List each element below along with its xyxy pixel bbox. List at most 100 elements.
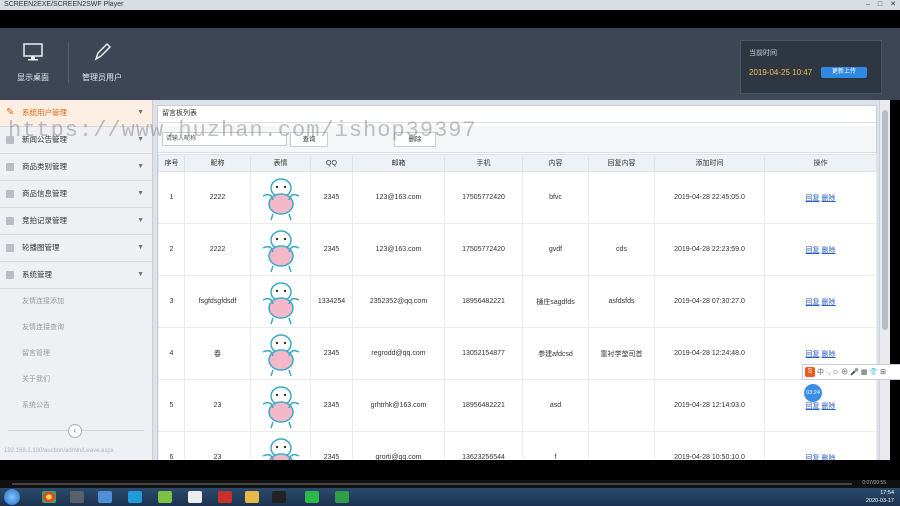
cell-phone: 18956482221 xyxy=(444,275,523,328)
wechat-icon[interactable] xyxy=(305,491,319,503)
cell-ops: 回复 删除 xyxy=(764,275,877,328)
cell-content: gvdf xyxy=(522,223,589,276)
system-tray: 17:54 2020-03-17 xyxy=(866,489,894,505)
cell-qq: 1334254 xyxy=(310,275,353,328)
reply-link[interactable]: 回复 xyxy=(806,299,820,306)
folder-icon[interactable] xyxy=(245,491,259,503)
cell-nick: 23 xyxy=(184,379,251,432)
sidebar-item-system[interactable]: 系统管理 ▼ xyxy=(0,262,152,289)
sidebar-item-label: 商品类别管理 xyxy=(22,162,67,171)
app-icon[interactable] xyxy=(335,491,349,503)
cartoon-avatar-icon xyxy=(262,281,299,324)
minimize-button[interactable]: – xyxy=(866,0,870,10)
cell-nick: fsgfdsgfdsdf xyxy=(184,275,251,328)
app-icon[interactable] xyxy=(158,491,172,503)
cell-phone: 18956482221 xyxy=(444,379,523,432)
sidebar-item-carousel[interactable]: 轮播图管理 ▼ xyxy=(0,235,152,262)
flash-icon[interactable] xyxy=(218,491,232,503)
subitem-messages[interactable]: 留言管理 xyxy=(22,348,50,358)
reply-link[interactable]: 回复 xyxy=(806,247,820,254)
close-button[interactable]: ✕ xyxy=(890,0,896,10)
cell-content: 樋庄sagdfds xyxy=(522,275,589,328)
sidebar-item-label: 竞拍记录管理 xyxy=(22,216,67,225)
app-icon[interactable] xyxy=(98,491,112,503)
cell-id: 4 xyxy=(158,327,185,380)
subitem-link-add[interactable]: 友情连接添加 xyxy=(22,296,64,306)
col-id: 序号 xyxy=(158,154,185,172)
vertical-scrollbar[interactable] xyxy=(879,100,890,460)
cell-reply xyxy=(588,379,655,432)
cartoon-avatar-icon xyxy=(262,177,299,220)
windows-taskbar: 17:54 2020-03-17 xyxy=(0,488,900,506)
cell-time: 2019-04-28 07:30:27.0 xyxy=(654,275,765,328)
table-row: 2 2222 2345 123@163.com 17505772420 gvdf cds 2… xyxy=(158,223,877,276)
delete-link[interactable]: 删除 xyxy=(822,351,836,358)
delete-link[interactable]: 删除 xyxy=(822,403,836,410)
scrollbar-thumb[interactable] xyxy=(882,110,888,330)
letterbox-top xyxy=(0,10,900,28)
reply-link[interactable]: 回复 xyxy=(806,195,820,202)
cell-qq: 2345 xyxy=(310,171,353,224)
letterbox-right xyxy=(890,100,900,460)
status-url: 192.168.1.100/auction/admin/Leave.aspx xyxy=(4,448,114,454)
col-avatar: 表情 xyxy=(250,154,311,172)
show-desktop-button[interactable]: 显示桌面 xyxy=(0,42,66,83)
start-button-icon[interactable] xyxy=(4,489,20,505)
ime-toolbar[interactable]: S 中 ·, ☺ ⊕ 🎤 ▦ 👕 ⊞ xyxy=(802,364,900,380)
chrome-icon[interactable] xyxy=(42,491,56,503)
terminal-icon[interactable] xyxy=(70,491,84,503)
cell-content: 参建afdcsd xyxy=(522,327,589,380)
sidebar-item-label: 商品信息管理 xyxy=(22,189,67,198)
watermark: https://www.huzhan.com/ishop39397 xyxy=(8,118,477,143)
cell-phone: 13052154877 xyxy=(444,327,523,380)
subitem-about[interactable]: 关于我们 xyxy=(22,374,50,384)
col-nick: 昵称 xyxy=(184,154,251,172)
qq-icon[interactable] xyxy=(272,491,286,503)
subitem-link-query[interactable]: 友情连接查询 xyxy=(22,322,64,332)
floating-timer-bubble[interactable]: 03:24 xyxy=(804,384,822,402)
chevron-down-icon: ▼ xyxy=(137,217,144,224)
sidebar-item-label: 系统管理 xyxy=(22,270,52,279)
cell-content: asd xyxy=(522,379,589,432)
cell-id: 3 xyxy=(158,275,185,328)
notepad-icon[interactable] xyxy=(188,491,202,503)
playback-progress[interactable] xyxy=(12,483,852,485)
cell-time: 2019-04-28 12:14:03.0 xyxy=(654,379,765,432)
cell-email: 2352352@qq.com xyxy=(352,275,445,328)
monitor-icon xyxy=(23,43,43,61)
cell-email: regrodd@qq.com xyxy=(352,327,445,380)
cell-reply: asfdsfds xyxy=(588,275,655,328)
delete-link[interactable]: 删除 xyxy=(822,247,836,254)
cell-qq: 2345 xyxy=(310,327,353,380)
sidebar-item-products[interactable]: 商品信息管理 ▼ xyxy=(0,181,152,208)
main-content: 留言板列表 请输入昵称 查询 删除 序号 昵称 表情 QQ 邮箱 手机 内容 回… xyxy=(153,100,890,484)
cell-time: 2019-04-28 22:23:59.0 xyxy=(654,223,765,276)
cell-email: grhtrhk@163.com xyxy=(352,379,445,432)
cell-reply: 靠衬学堃司首 xyxy=(588,327,655,380)
cell-email: 123@163.com xyxy=(352,171,445,224)
cell-email: 123@163.com xyxy=(352,223,445,276)
sidebar-item-label: 轮播图管理 xyxy=(22,243,60,252)
reply-link[interactable]: 回复 xyxy=(806,403,820,410)
maximize-button[interactable]: □ xyxy=(878,0,882,10)
upload-tag[interactable]: 更新上传 xyxy=(821,67,867,78)
subitem-notice[interactable]: 系统公告 xyxy=(22,400,50,410)
table-header-row: 序号 昵称 表情 QQ 邮箱 手机 内容 回复内容 添加时间 操作 xyxy=(158,154,877,172)
chevron-down-icon: ▼ xyxy=(137,190,144,197)
cell-avatar xyxy=(250,171,311,224)
app-header: 显示桌面 管理员用户 当前时间 2019-04-25 10:47 更新上传 xyxy=(0,28,900,100)
admin-user-button[interactable]: 管理员用户 xyxy=(68,42,135,83)
chevron-down-icon: ▼ xyxy=(137,271,144,278)
cell-reply xyxy=(588,171,655,224)
browser-icon[interactable] xyxy=(128,491,142,503)
cell-content: bfvc xyxy=(522,171,589,224)
cell-nick: 春 xyxy=(184,327,251,380)
delete-link[interactable]: 删除 xyxy=(822,299,836,306)
current-time-box: 当前时间 2019-04-25 10:47 更新上传 xyxy=(740,40,882,94)
collapse-sidebar-button[interactable]: ‹ xyxy=(68,424,82,438)
reply-link[interactable]: 回复 xyxy=(806,351,820,358)
sidebar-item-bids[interactable]: 竞拍记录管理 ▼ xyxy=(0,208,152,235)
tray-date: 2020-03-17 xyxy=(865,498,894,504)
delete-link[interactable]: 删除 xyxy=(822,195,836,202)
sidebar-item-category[interactable]: 商品类别管理 ▼ xyxy=(0,154,152,181)
